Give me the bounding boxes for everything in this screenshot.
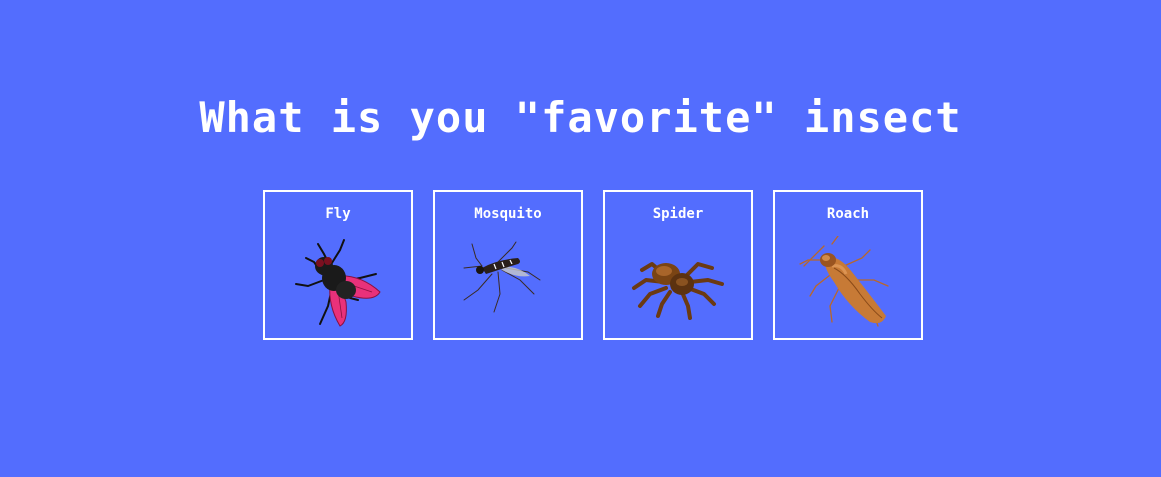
roach-icon xyxy=(799,236,889,327)
option-spider-label: Spider xyxy=(652,206,704,222)
option-spider-card[interactable]: Spider xyxy=(603,190,753,340)
option-fly-card[interactable]: Fly xyxy=(263,190,413,340)
option-mosquito-label: Mosquito xyxy=(474,206,542,222)
page-title: What is you "favorite" insect xyxy=(199,93,962,142)
spider-icon xyxy=(632,262,724,320)
option-roach-label: Roach xyxy=(826,206,870,222)
option-mosquito-card[interactable]: Mosquito xyxy=(433,190,583,340)
insect-options: Fly Mosquito Spider Roach xyxy=(263,190,923,340)
fly-icon xyxy=(295,239,381,327)
mosquito-icon xyxy=(463,241,541,313)
option-fly-label: Fly xyxy=(325,206,351,222)
option-roach-card[interactable]: Roach xyxy=(773,190,923,340)
